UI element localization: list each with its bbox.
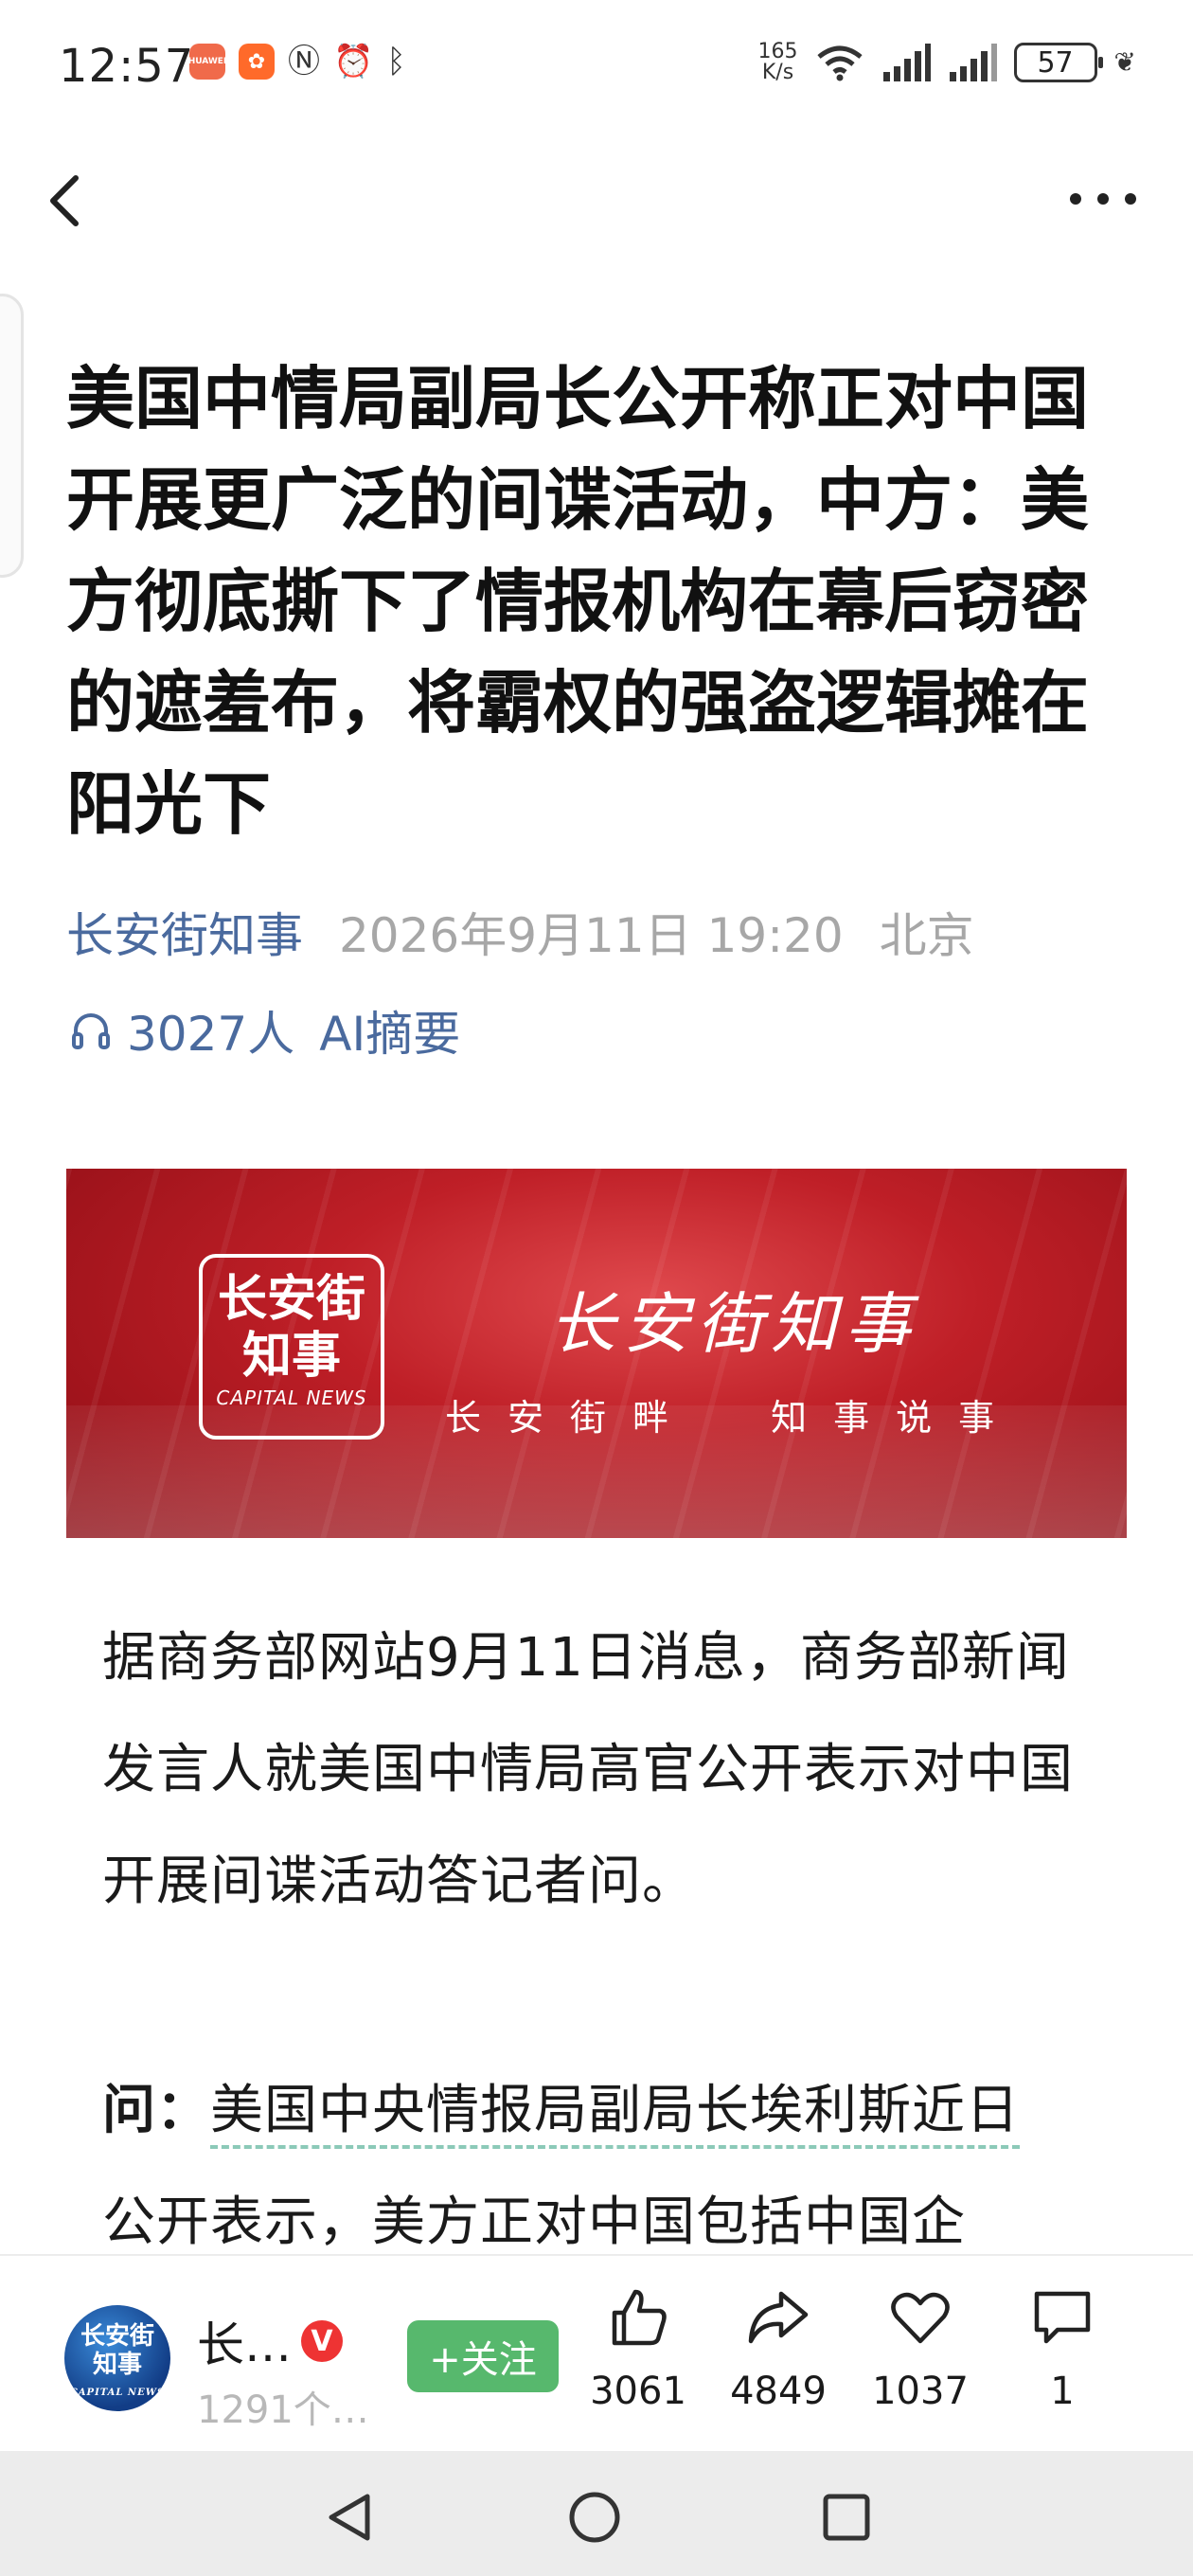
favorite-button[interactable]: 1037 xyxy=(864,2284,977,2413)
bottom-action-bar: 长安街 知事 CAPITAL NEWS 长… V 1291个… +关注 3061… xyxy=(0,2254,1193,2451)
thumbs-up-icon xyxy=(612,2289,667,2346)
like-count: 3061 xyxy=(590,2370,686,2413)
question-text-line2: 公开表示，美方正对中国包括中国企 xyxy=(102,2191,966,2261)
article-meta: 长安街知事 2026年9月11日 19:20 北京 xyxy=(66,898,974,966)
author-name: 长… xyxy=(197,2317,292,2372)
huawei-app-icon: HUAWEI xyxy=(188,44,226,80)
comment-button[interactable]: 1 xyxy=(1006,2284,1119,2413)
article-title: 美国中情局副局长公开称正对中国开展更广泛的间谍活动，中方：美方彻底撕下了情报机构… xyxy=(66,359,1090,844)
more-icon-dot xyxy=(1125,193,1136,205)
more-icon xyxy=(1070,193,1081,205)
article-location: 北京 xyxy=(879,908,974,963)
bluetooth-icon: ᛒ xyxy=(386,43,406,80)
follow-button[interactable]: +关注 xyxy=(407,2320,559,2392)
article-source[interactable]: 长安街知事 xyxy=(66,898,303,966)
comment-icon xyxy=(1034,2291,1091,2344)
signal-icon-1 xyxy=(882,44,931,81)
banner-slogan: 长安街畔 知事说事 xyxy=(445,1397,1022,1439)
signal-icon-2 xyxy=(949,44,997,81)
banner-logo-line1: 长安街 xyxy=(217,1270,365,1328)
article-question-paragraph: 问：美国中央情报局副局长埃利斯近日 公开表示，美方正对中国包括中国企 xyxy=(102,2055,1098,2279)
app-notification-icon: ✿ xyxy=(239,44,275,80)
status-time: 12:57 xyxy=(59,40,195,93)
status-system-icons: 165 K/s 57 ❦ xyxy=(758,42,1136,83)
banner-title: 长安街知事 xyxy=(549,1285,918,1363)
nfc-icon: Ⓝ xyxy=(288,43,320,80)
comment-count: 1 xyxy=(1050,2370,1075,2413)
nav-recent-icon[interactable] xyxy=(818,2489,875,2546)
share-button[interactable]: 4849 xyxy=(721,2284,835,2413)
status-notification-icons: HUAWEI ✿ Ⓝ ⏰ ᛒ xyxy=(188,43,406,80)
headphones-icon xyxy=(72,1013,110,1049)
share-icon xyxy=(748,2291,809,2344)
article-banner-image: 长安街 知事 CAPITAL NEWS 长安街知事 长安街畔 知事说事 xyxy=(66,1169,1127,1538)
power-saving-leaf-icon: ❦ xyxy=(1113,46,1136,78)
article-page: 12:57 HUAWEI ✿ Ⓝ ⏰ ᛒ 165 K/s 57 ❦ 美国中情局副… xyxy=(0,0,1193,2576)
article-datetime: 2026年9月11日 19:20 xyxy=(339,908,844,963)
avatar-text-line2: 知事 xyxy=(92,2351,142,2379)
article-paragraph: 据商务部网站9月11日消息，商务部新闻发言人就美国中情局高官公开表示对中国开展间… xyxy=(102,1627,1074,1912)
banner-logo-line2: 知事 xyxy=(241,1327,341,1385)
verified-badge-icon: V xyxy=(301,2320,343,2362)
favorite-count: 1037 xyxy=(872,2370,969,2413)
status-bar: 12:57 HUAWEI ✿ Ⓝ ⏰ ᛒ 165 K/s 57 ❦ xyxy=(0,0,1193,133)
system-navigation-bar xyxy=(0,2451,1193,2576)
battery-indicator: 57 xyxy=(1013,43,1103,82)
alarm-icon: ⏰ xyxy=(333,43,374,80)
like-button[interactable]: 3061 xyxy=(581,2284,695,2413)
listen-row: 3027人 AI摘要 xyxy=(68,996,460,1064)
network-speed-unit: K/s xyxy=(761,61,794,84)
banner-logo: 长安街 知事 CAPITAL NEWS xyxy=(199,1254,384,1440)
network-speed-value: 165 xyxy=(757,40,798,63)
author-avatar[interactable]: 长安街 知事 CAPITAL NEWS xyxy=(64,2305,170,2411)
avatar-text-line1: 长安街 xyxy=(80,2322,154,2351)
share-count: 4849 xyxy=(730,2370,827,2413)
author-fans-count: 1291个… xyxy=(197,2388,369,2432)
author-name-row[interactable]: 长… V xyxy=(197,2307,343,2375)
more-icon-dot xyxy=(1097,193,1109,205)
side-drawer-handle[interactable] xyxy=(0,294,24,578)
more-button[interactable] xyxy=(1070,170,1136,227)
question-label: 问： xyxy=(102,2080,210,2141)
avatar-text-en: CAPITAL NEWS xyxy=(69,2388,166,2398)
question-text-line1: 美国中央情报局副局长埃利斯近日 xyxy=(210,2080,1020,2149)
wifi-icon xyxy=(816,45,863,81)
nav-back-icon[interactable] xyxy=(322,2489,379,2546)
network-speed: 165 K/s xyxy=(758,42,798,83)
ai-summary-button[interactable]: AI摘要 xyxy=(319,996,460,1064)
back-icon xyxy=(50,175,79,226)
listen-count: 3027人 xyxy=(127,1007,295,1062)
heart-icon xyxy=(891,2292,950,2344)
banner-logo-en: CAPITAL NEWS xyxy=(216,1386,367,1409)
nav-home-icon[interactable] xyxy=(566,2489,623,2546)
back-button[interactable] xyxy=(38,161,95,237)
listen-button[interactable]: 3027人 xyxy=(68,996,294,1064)
